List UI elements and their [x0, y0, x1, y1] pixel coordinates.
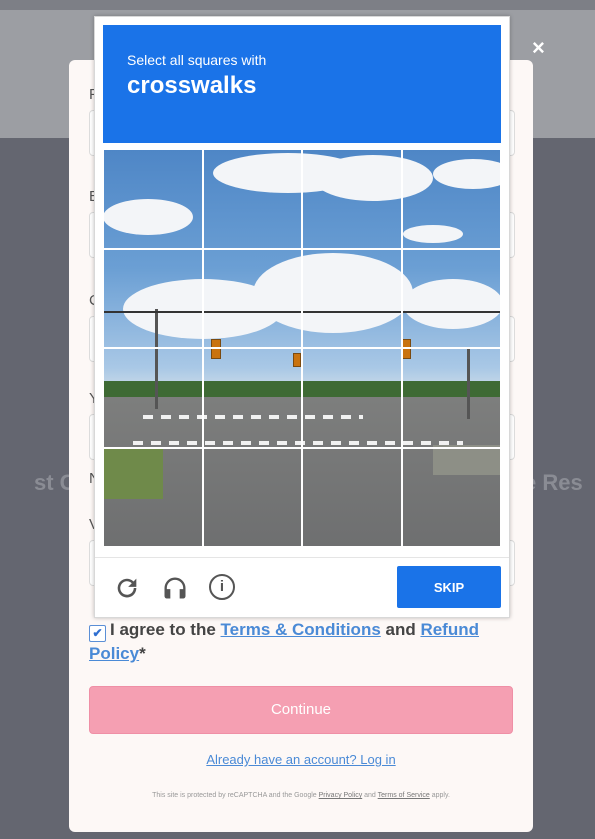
captcha-tile[interactable] [401, 348, 501, 448]
captcha-tile[interactable] [202, 348, 302, 448]
login-link[interactable]: Already have an account? Log in [206, 752, 395, 767]
captcha-tile[interactable] [103, 348, 203, 448]
required-asterisk: * [139, 644, 146, 663]
agree-prefix: I agree to the [110, 620, 221, 639]
captcha-tile[interactable] [103, 248, 203, 348]
terms-of-service-link[interactable]: Terms of Service [378, 792, 430, 799]
agree-middle: and [380, 620, 421, 639]
notice-prefix: This site is protected by reCAPTCHA and … [152, 792, 319, 799]
info-icon[interactable]: i [209, 574, 235, 600]
agree-checkbox[interactable]: ✔ [89, 625, 106, 642]
login-row: Already have an account? Log in [69, 752, 533, 767]
captcha-tile[interactable] [103, 447, 203, 547]
continue-button[interactable]: Continue [89, 686, 513, 734]
skip-button[interactable]: SKIP [397, 566, 501, 608]
captcha-footer: i SKIP [95, 557, 509, 618]
captcha-tile[interactable] [302, 447, 402, 547]
notice-and: and [362, 792, 378, 799]
terms-link[interactable]: Terms & Conditions [221, 620, 381, 639]
reload-icon[interactable] [113, 574, 141, 602]
captcha-tiles [103, 149, 501, 547]
captcha-target-object: crosswalks [127, 72, 257, 99]
captcha-tile[interactable] [202, 248, 302, 348]
recaptcha-challenge: Select all squares with crosswalks i SKI… [94, 16, 510, 618]
captcha-tile[interactable] [401, 149, 501, 249]
headphones-icon[interactable] [161, 574, 189, 602]
notice-suffix: apply. [429, 792, 450, 799]
captcha-tile[interactable] [302, 348, 402, 448]
close-icon[interactable]: × [532, 36, 545, 60]
captcha-tile[interactable] [302, 248, 402, 348]
captcha-tile[interactable] [103, 149, 203, 249]
captcha-tile[interactable] [202, 149, 302, 249]
recaptcha-notice: This site is protected by reCAPTCHA and … [69, 792, 533, 799]
captcha-tile[interactable] [401, 447, 501, 547]
privacy-policy-link[interactable]: Privacy Policy [319, 792, 363, 799]
checkmark-icon: ✔ [92, 626, 103, 640]
captcha-tile[interactable] [302, 149, 402, 249]
agree-row: ✔ I agree to the Terms & Conditions and R… [89, 618, 519, 665]
captcha-tile[interactable] [202, 447, 302, 547]
captcha-header: Select all squares with crosswalks [103, 25, 501, 143]
captcha-prompt: Select all squares with [127, 52, 267, 68]
captcha-tile[interactable] [401, 248, 501, 348]
